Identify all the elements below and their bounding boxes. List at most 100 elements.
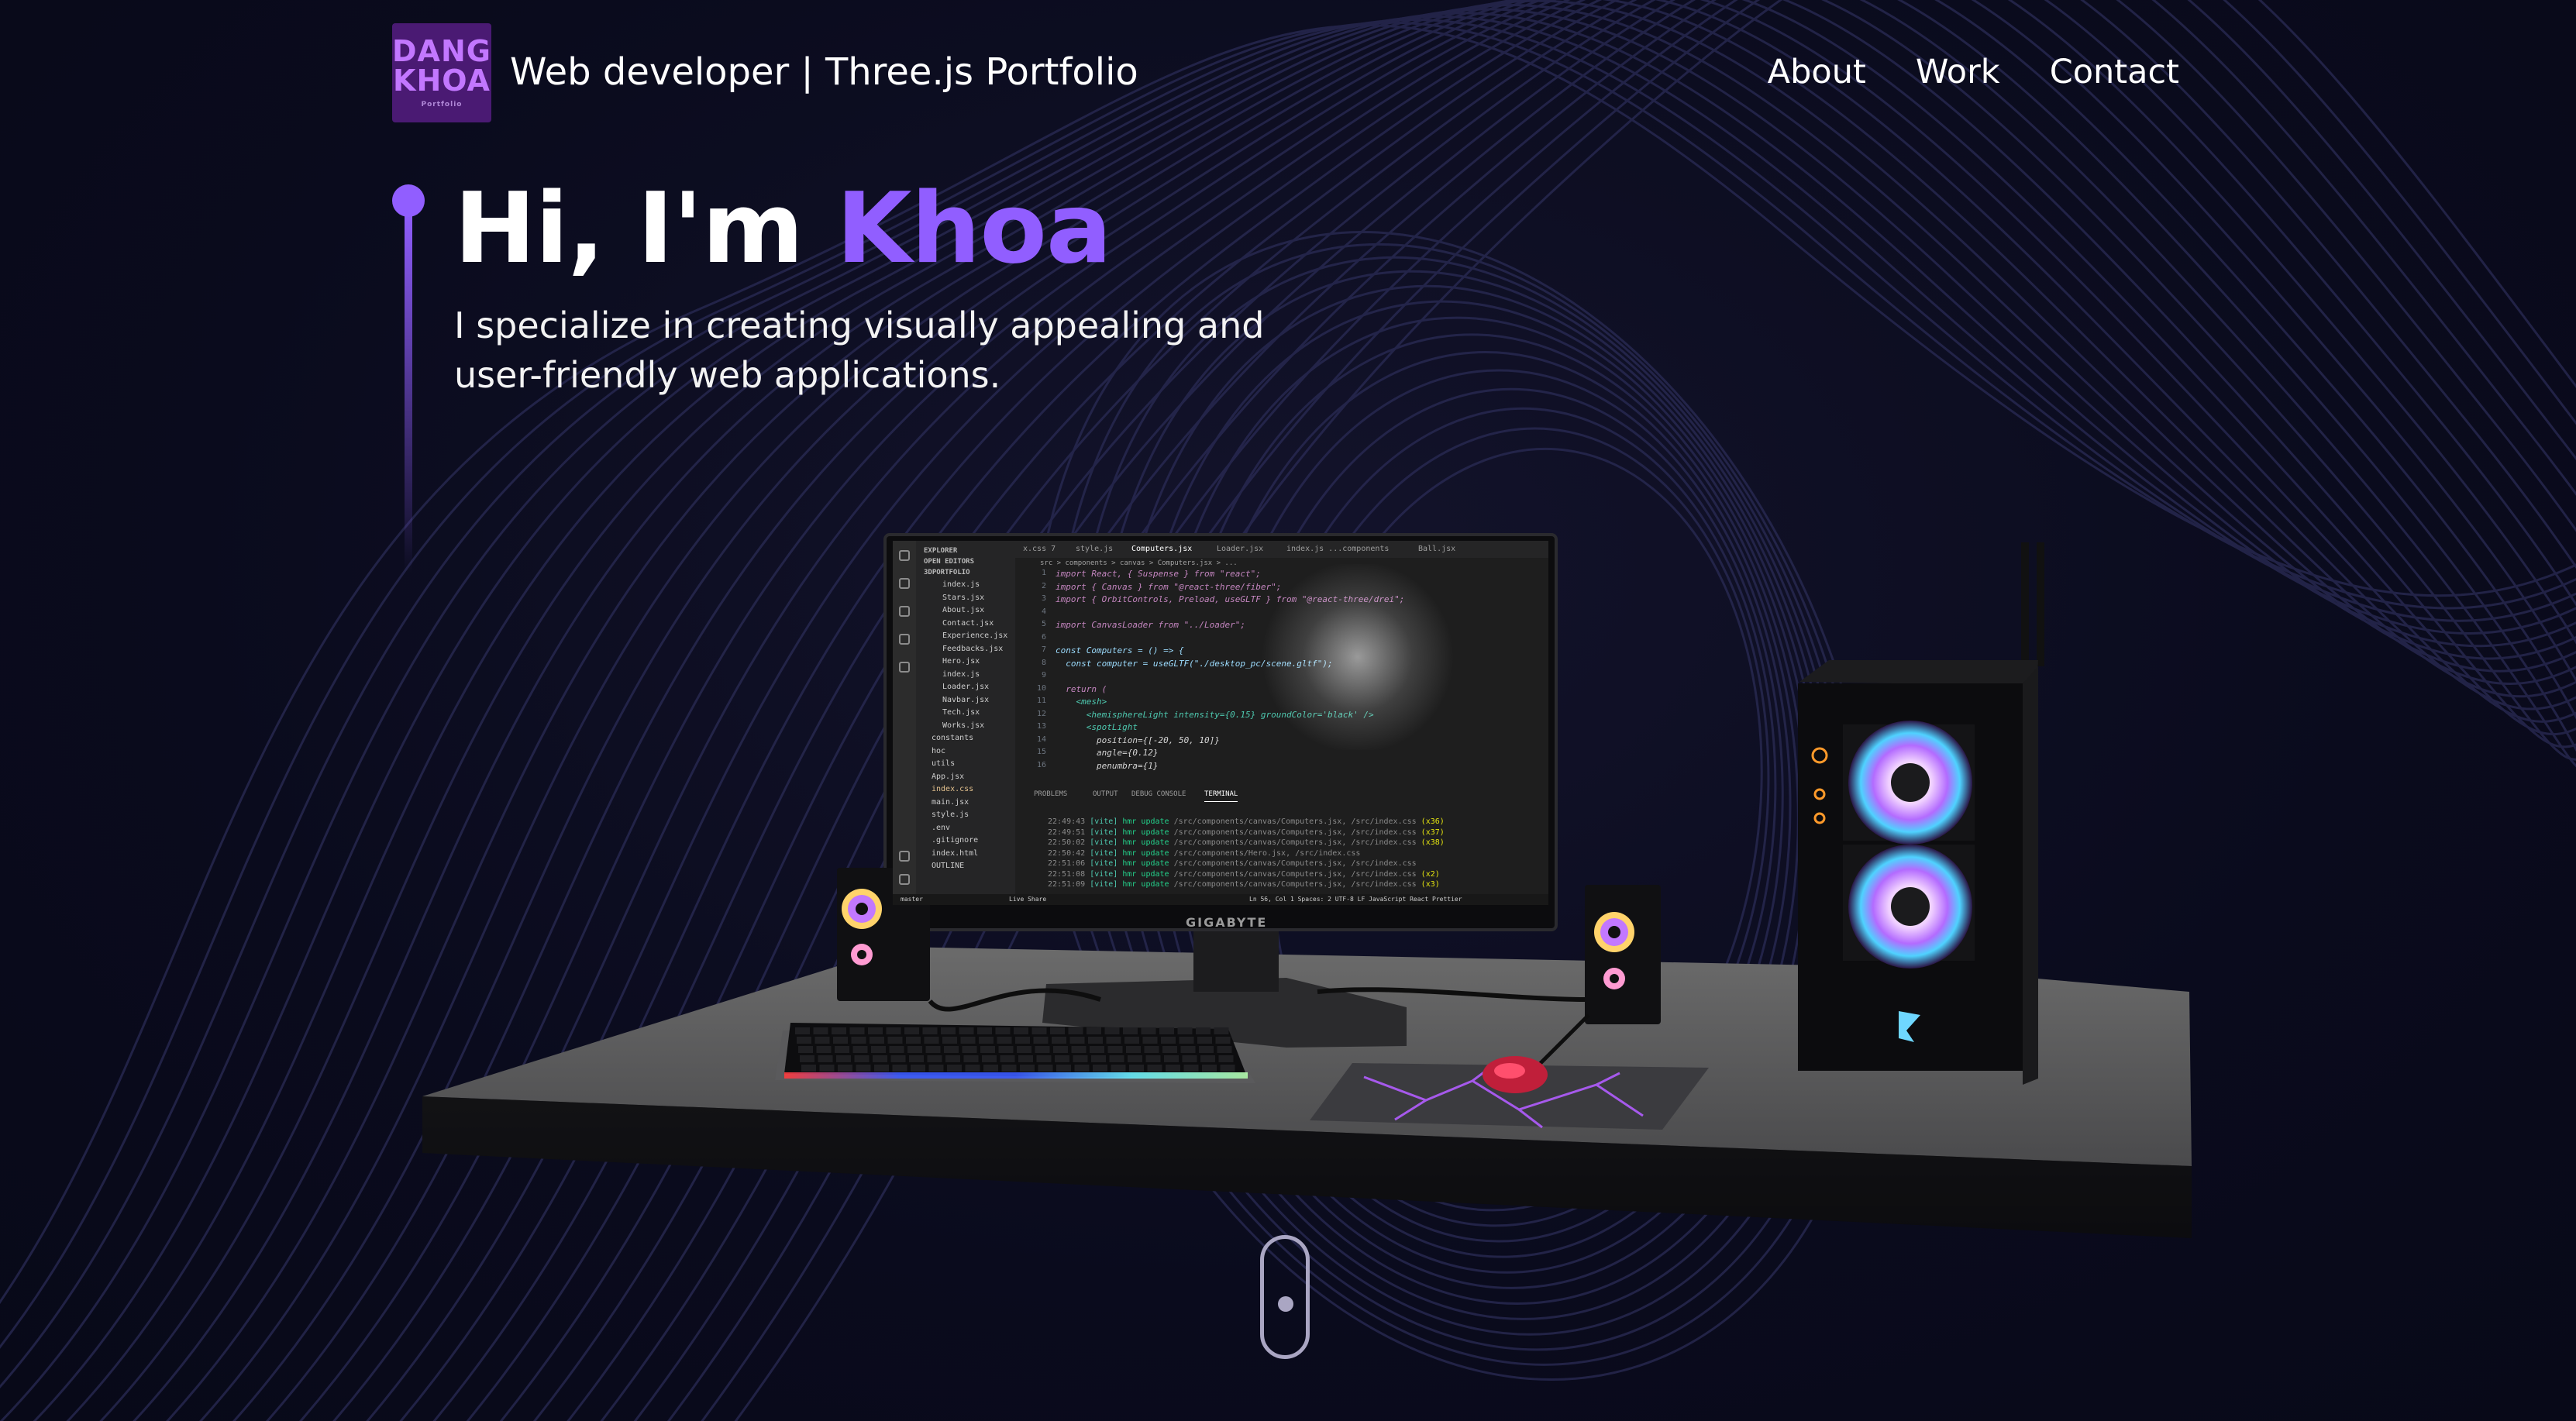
code-line-number: 14: [1036, 735, 1046, 744]
explorer-file: Tech.jsx: [942, 708, 980, 717]
extensions-icon: [899, 662, 910, 673]
keyboard-key: [1106, 1037, 1121, 1044]
editor-tab-active: Computers.jsx: [1131, 545, 1193, 553]
terminal-line: 22:51:08 [vite] hmr update /src/componen…: [1048, 869, 1440, 879]
open-editors-header: OPEN EDITORS: [924, 558, 975, 566]
keyboard-key: [852, 1046, 868, 1053]
keyboard-key: [1215, 1037, 1231, 1044]
keyboard-key: [849, 1027, 865, 1034]
keyboard-key: [890, 1055, 906, 1062]
keyboard-key: [907, 1046, 922, 1053]
code-line-number: 16: [1036, 760, 1046, 769]
editor-tab: x.css 7: [1023, 545, 1056, 553]
explorer-file: Hero.jsx: [942, 657, 980, 666]
editor-breadcrumb: src > components > canvas > Computers.js…: [1040, 559, 1238, 567]
explorer-file: .gitignore: [932, 836, 979, 845]
keyboard-key: [1124, 1037, 1139, 1044]
keyboard-key: [1126, 1046, 1141, 1053]
code-line-number: 5: [1041, 620, 1046, 628]
keyboard-key: [924, 1037, 939, 1044]
keyboard-key: [1033, 1037, 1049, 1044]
explorer-file: OUTLINE: [932, 862, 965, 870]
keyboard-key: [854, 1055, 870, 1062]
keyboard-key: [983, 1065, 998, 1072]
keyboard-key: [1109, 1055, 1124, 1062]
explorer-file: App.jsx: [932, 772, 965, 781]
keyboard-key: [1052, 1037, 1066, 1044]
code-line: return (: [1056, 683, 1107, 694]
explorer-file: index.html: [932, 848, 979, 858]
keyboard-key: [977, 1027, 992, 1034]
code-line-number: 2: [1041, 581, 1046, 590]
terminal-line: 22:51:09 [vite] hmr update /src/componen…: [1048, 880, 1440, 889]
status-branch: master: [901, 896, 923, 903]
editor-tab: index.js ...components: [1286, 545, 1390, 553]
keyboard: [775, 1023, 1255, 1083]
keyboard-key: [1038, 1065, 1053, 1072]
explorer-file: Feedbacks.jsx: [942, 644, 1004, 653]
keyboard-key: [887, 1037, 903, 1044]
editor-tab: Loader.jsx: [1217, 545, 1264, 553]
keyboard-key: [925, 1046, 941, 1053]
explorer-file: .env: [932, 823, 951, 832]
mouse: [1483, 1056, 1548, 1093]
editor-tab: style.js: [1076, 545, 1114, 553]
explorer-file: Loader.jsx: [942, 683, 990, 691]
keyboard-key: [945, 1055, 960, 1062]
keyboard-key: [1214, 1027, 1229, 1034]
scroll-down-indicator[interactable]: [1260, 1235, 1310, 1359]
keyboard-key: [1180, 1046, 1196, 1053]
panel-tab: PROBLEMS: [1034, 790, 1068, 798]
panel-tab-active: TERMINAL: [1204, 787, 1238, 802]
explorer-file: index.js: [942, 669, 980, 679]
keyboard-key: [998, 1046, 1014, 1053]
code-line-number: 9: [1041, 671, 1046, 680]
explorer-file: hoc: [932, 746, 946, 755]
editor-status-bar: master Live Share Ln 56, Col 1 Spaces: 2…: [893, 894, 1548, 905]
keyboard-key: [1145, 1055, 1161, 1062]
editor-terminal: 22:49:43 [vite] hmr update /src/componen…: [1048, 817, 1548, 894]
keyboard-key: [1159, 1027, 1174, 1034]
keyboard-key: [928, 1065, 944, 1072]
keyboard-key: [832, 1027, 846, 1034]
explorer-file: Works.jsx: [942, 721, 985, 730]
keyboard-key: [1161, 1037, 1176, 1044]
keyboard-key: [833, 1037, 848, 1044]
keyboard-key: [1196, 1027, 1211, 1034]
keyboard-key: [1144, 1046, 1159, 1053]
keyboard-key: [818, 1055, 833, 1062]
keyboard-key: [997, 1037, 1012, 1044]
keyboard-key: [1031, 1027, 1047, 1034]
keyboard-key: [814, 1037, 830, 1044]
status-live-share: Live Share: [1009, 896, 1047, 903]
terminal-line: 22:49:51 [vite] hmr update /src/componen…: [1048, 827, 1445, 837]
explorer-file: constants: [932, 734, 974, 742]
account-icon: [899, 851, 910, 862]
keyboard-key: [1179, 1037, 1194, 1044]
keyboard-key: [982, 1055, 997, 1062]
keyboard-key: [1177, 1027, 1193, 1034]
panel-tab: DEBUG CONSOLE: [1131, 790, 1186, 798]
keyboard-key: [1069, 1037, 1085, 1044]
keyboard-key: [801, 1065, 816, 1072]
monitor-screen: EXPLORER OPEN EDITORS 3DPORTFOLIO index.…: [893, 541, 1548, 905]
explorer-file: utils: [932, 759, 956, 768]
keyboard-key: [798, 1046, 813, 1053]
keyboard-key: [868, 1027, 883, 1034]
terminal-line: 22:49:43 [vite] hmr update /src/componen…: [1048, 817, 1445, 826]
keyboard-key: [1220, 1065, 1235, 1072]
keyboard-key: [889, 1046, 904, 1053]
editor-tabs: x.css 7 style.js Computers.jsx Loader.js…: [1015, 541, 1548, 558]
keyboard-key: [886, 1027, 901, 1034]
keyboard-key: [1166, 1065, 1180, 1072]
keyboard-key: [871, 1046, 886, 1053]
keyboard-key: [1020, 1065, 1035, 1072]
search-icon: [899, 578, 910, 589]
keyboard-key: [874, 1065, 889, 1072]
keyboard-key: [1035, 1046, 1050, 1053]
code-line-number: 13: [1036, 722, 1046, 731]
settings-icon: [899, 874, 910, 885]
keyboard-key: [892, 1065, 907, 1072]
code-line: import React, { Suspense } from "react";: [1056, 569, 1261, 579]
keyboard-key: [813, 1027, 828, 1034]
